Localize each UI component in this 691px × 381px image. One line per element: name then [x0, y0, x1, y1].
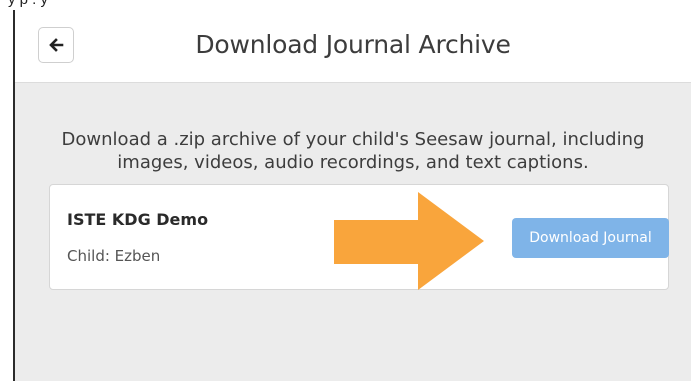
page-title: Download Journal Archive	[195, 30, 511, 59]
annotation-arrow-icon	[334, 192, 484, 290]
top-cropped-text: y p . y	[0, 0, 691, 10]
header-bar: Download Journal Archive	[15, 10, 691, 83]
journal-name: ISTE KDG Demo	[67, 210, 209, 229]
child-name: Child: Ezben	[67, 247, 161, 265]
archive-description: Download a .zip archive of your child's …	[61, 129, 645, 173]
window-left-edge	[0, 10, 15, 381]
download-journal-button[interactable]: Download Journal	[512, 218, 669, 258]
download-archive-window: Download Journal Archive Download a .zip…	[15, 10, 691, 381]
